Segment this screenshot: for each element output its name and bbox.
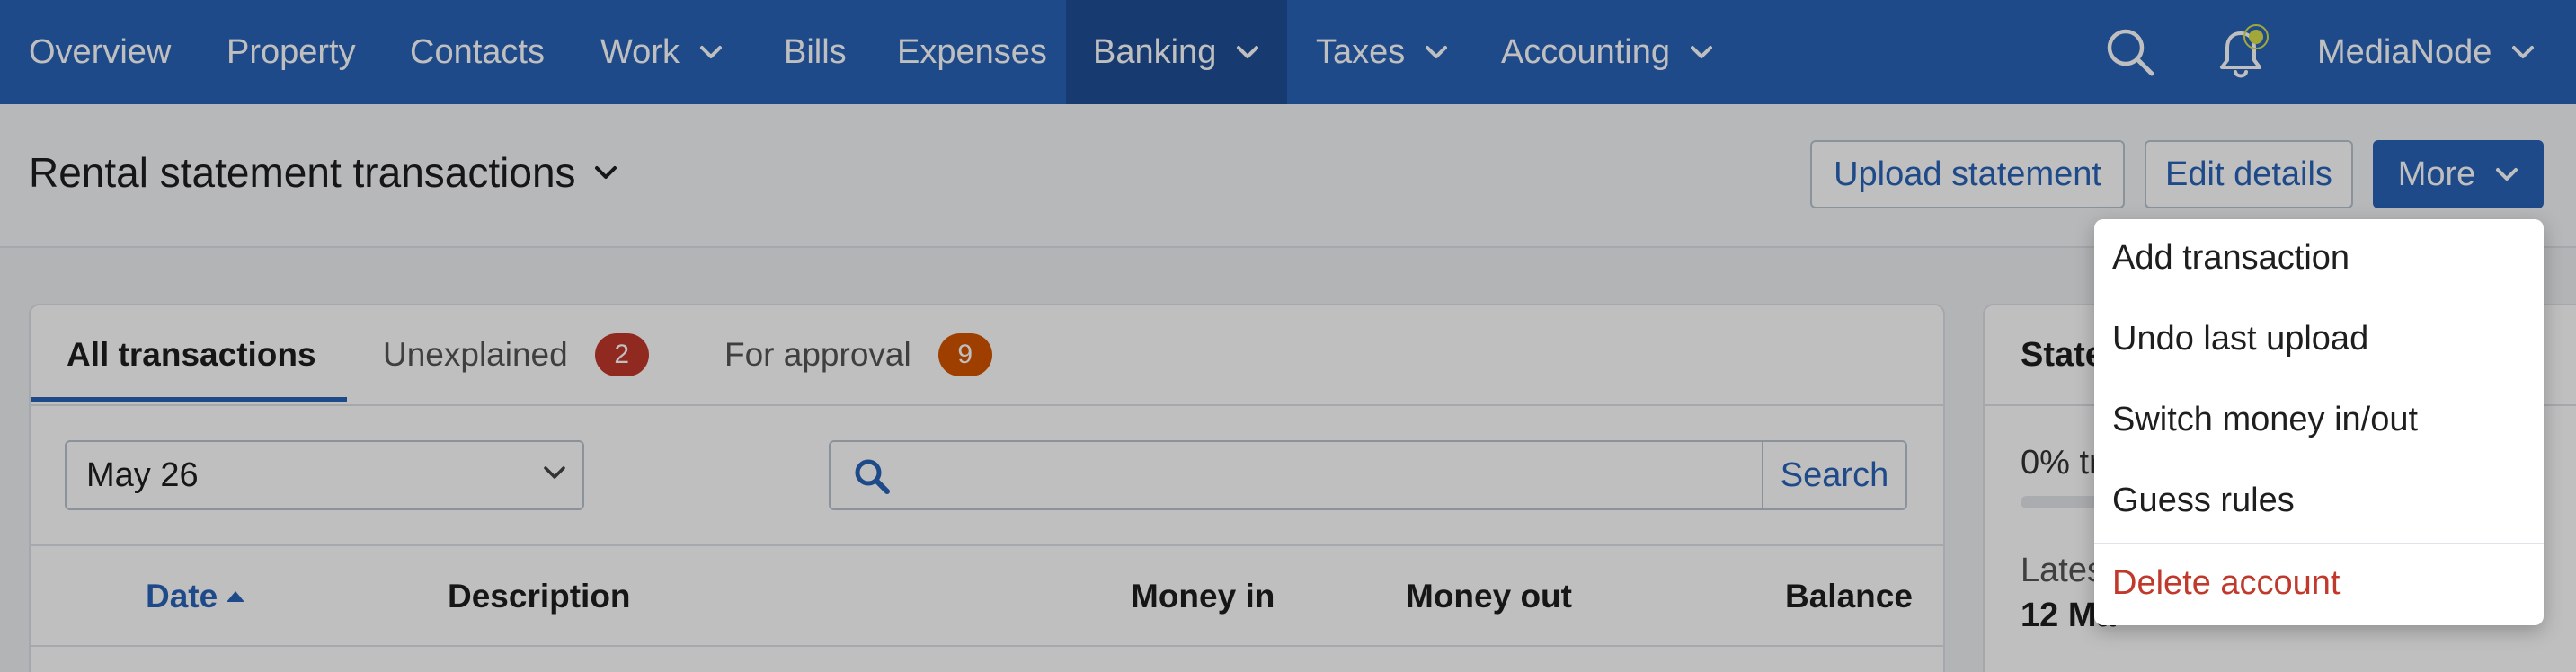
menu-item-undo-last-upload[interactable]: Undo last upload: [2094, 300, 2544, 377]
menu-item-add-transaction[interactable]: Add transaction: [2094, 219, 2544, 296]
menu-item-switch-money[interactable]: Switch money in/out: [2094, 381, 2544, 458]
more-dropdown-menu: Add transaction Undo last upload Switch …: [2094, 219, 2544, 625]
menu-item-guess-rules[interactable]: Guess rules: [2094, 462, 2544, 539]
menu-item-delete-account[interactable]: Delete account: [2094, 544, 2544, 622]
